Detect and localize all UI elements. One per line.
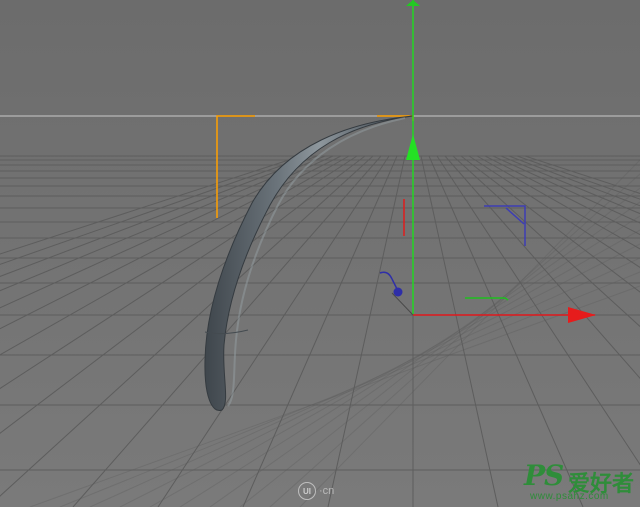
ps-url-text: www.psahz.com <box>530 491 609 502</box>
3d-viewport[interactable]: UI ·cn PS 爱好者 www.psahz.com <box>0 0 640 507</box>
ui-cn-watermark: UI ·cn <box>298 482 334 500</box>
viewport-canvas[interactable] <box>0 0 640 507</box>
z-axis-handle-dot <box>393 287 403 297</box>
viewport-background <box>0 0 640 507</box>
ui-logo-icon: UI <box>298 482 316 500</box>
ps-watermark: PS 爱好者 www.psahz.com <box>524 462 636 504</box>
ui-logo-suffix: ·cn <box>319 485 335 497</box>
